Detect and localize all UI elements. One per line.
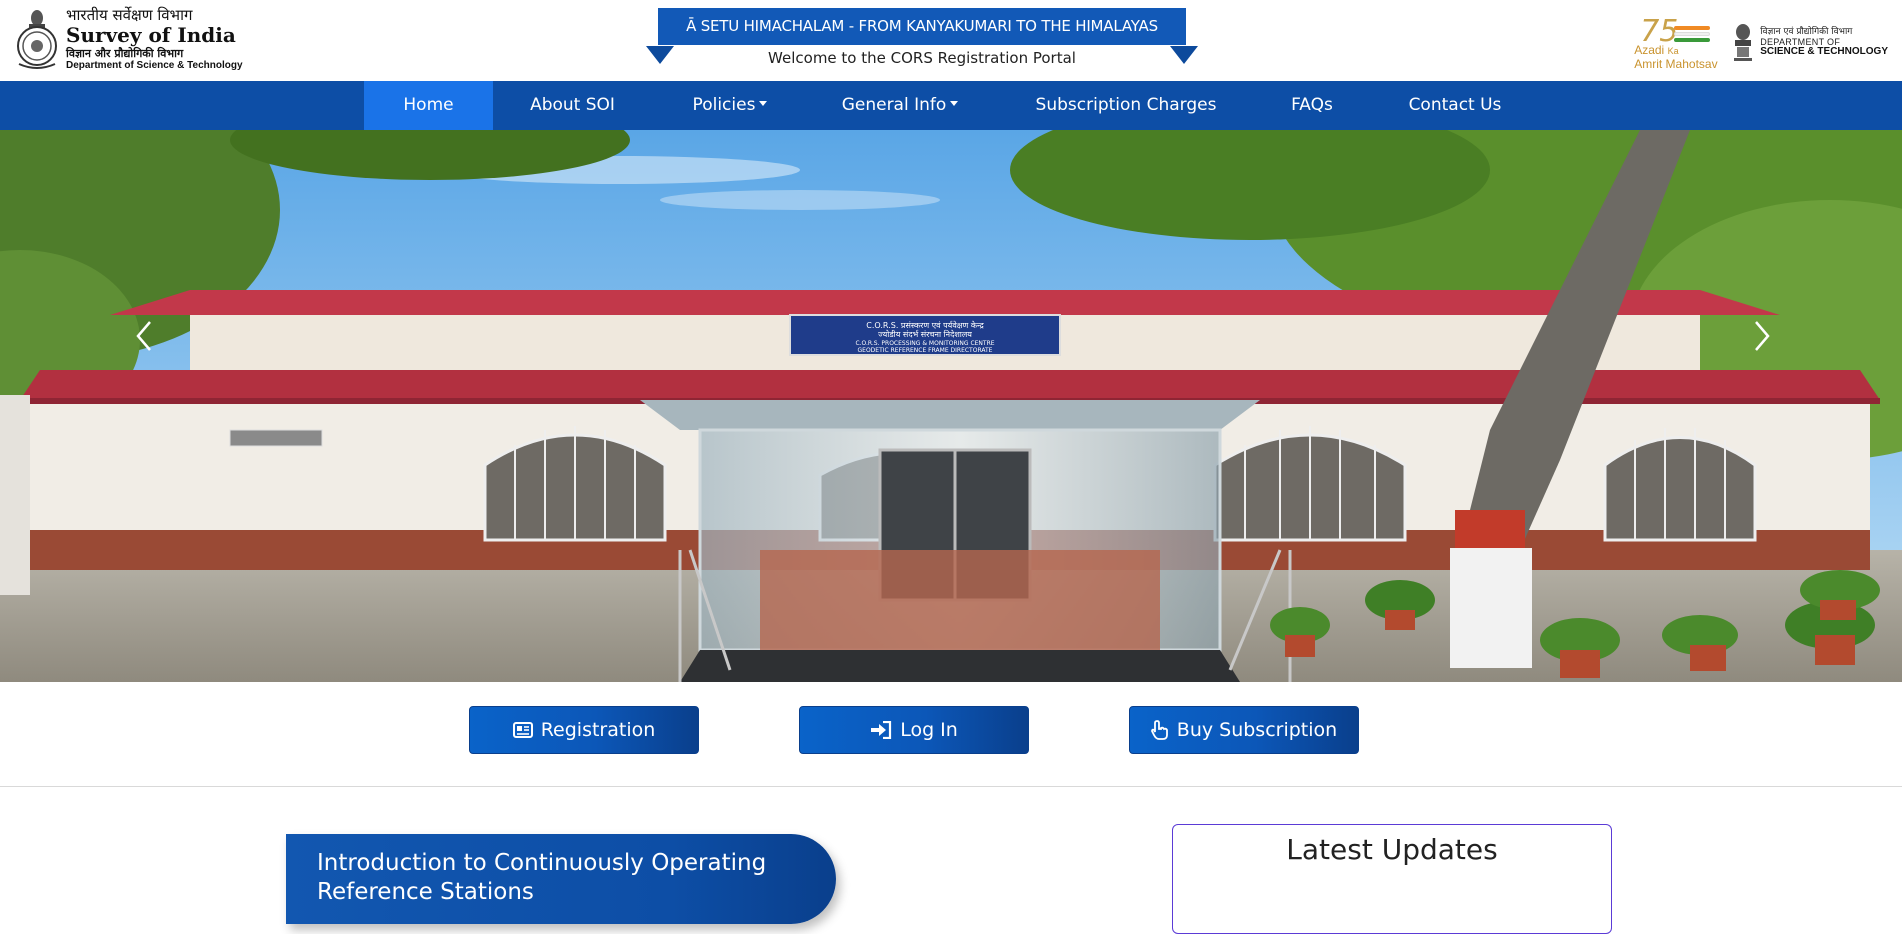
partner-logos: 75 Azadi Ka Amrit Mahotsav विज्ञान एवं प… bbox=[1634, 14, 1888, 72]
nav-contact-us[interactable]: Contact Us bbox=[1400, 81, 1510, 130]
login-button[interactable]: Log In bbox=[799, 706, 1029, 754]
org-name: Survey of India bbox=[66, 22, 236, 47]
header-banner: Ā SETU HIMACHALAM - FROM KANYAKUMARI TO … bbox=[646, 8, 1198, 67]
intro-heading-line1: Introduction to Continuously Operating bbox=[317, 850, 767, 876]
nav-home[interactable]: Home bbox=[364, 81, 493, 130]
sign-in-icon bbox=[870, 721, 892, 739]
intro-heading-line2: Reference Stations bbox=[317, 879, 534, 905]
national-emblem-icon bbox=[1732, 22, 1754, 64]
board-line-1: C.O.R.S. प्रसंस्करण एवं पर्यवेक्षण केन्द… bbox=[866, 320, 984, 330]
dst-name: SCIENCE & TECHNOLOGY bbox=[1760, 46, 1888, 58]
registration-label: Registration bbox=[540, 719, 656, 741]
chevron-down-icon bbox=[950, 100, 959, 106]
chevron-right-icon bbox=[1755, 321, 1770, 351]
registration-button[interactable]: Registration bbox=[469, 706, 699, 754]
login-label: Log In bbox=[900, 719, 958, 741]
dept-hindi-name: विज्ञान और प्रौद्योगिकी विभाग bbox=[66, 46, 184, 60]
amrit-word: Amrit bbox=[1634, 57, 1663, 71]
dst-logo: विज्ञान एवं प्रौद्योगिकी विभाग DEPARTMEN… bbox=[1732, 22, 1888, 64]
main-nav: Home About SOI Policies General Info Sub… bbox=[0, 81, 1902, 130]
intro-heading: Introduction to Continuously Operating R… bbox=[286, 834, 836, 924]
latest-updates-title: Latest Updates bbox=[1286, 833, 1498, 866]
azadi-ka-amrit-mahotsav-logo: 75 Azadi Ka Amrit Mahotsav bbox=[1634, 14, 1718, 71]
newspaper-icon bbox=[512, 721, 533, 739]
chevron-left-icon bbox=[136, 321, 151, 351]
ka-word: Ka bbox=[1667, 46, 1679, 56]
nav-subscription-charges[interactable]: Subscription Charges bbox=[1030, 81, 1222, 130]
nav-about-soi[interactable]: About SOI bbox=[510, 81, 635, 130]
banner-ribbon-text: Ā SETU HIMACHALAM - FROM KANYAKUMARI TO … bbox=[658, 8, 1186, 45]
soi-emblem-icon bbox=[14, 6, 60, 72]
board-line-4: GEODETIC REFERENCE FRAME DIRECTORATE bbox=[858, 347, 993, 354]
carousel-next-button[interactable] bbox=[1752, 320, 1782, 356]
nav-policies-label: Policies bbox=[692, 95, 756, 115]
nav-general-info[interactable]: General Info bbox=[835, 81, 965, 130]
mahotsav-word: Mahotsav bbox=[1665, 57, 1718, 71]
welcome-text: Welcome to the CORS Registration Portal bbox=[768, 49, 1076, 67]
chevron-down-icon bbox=[759, 100, 768, 106]
org-hindi-name: भारतीय सर्वेक्षण विभाग bbox=[66, 5, 193, 24]
soi-logo[interactable]: भारतीय सर्वेक्षण विभाग Survey of India व… bbox=[14, 6, 243, 72]
dept-name: Department of Science & Technology bbox=[66, 59, 243, 71]
site-header: भारतीय सर्वेक्षण विभाग Survey of India व… bbox=[0, 0, 1902, 81]
nav-general-info-label: General Info bbox=[841, 95, 947, 115]
board-line-3: C.O.R.S. PROCESSING & MONITORING CENTRE bbox=[855, 340, 994, 347]
section-divider bbox=[0, 786, 1902, 787]
hero-carousel: C.O.R.S. प्रसंस्करण एवं पर्यवेक्षण केन्द… bbox=[0, 130, 1902, 682]
hero-image: C.O.R.S. प्रसंस्करण एवं पर्यवेक्षण केन्द… bbox=[0, 130, 1902, 682]
hand-pointer-icon bbox=[1150, 720, 1169, 740]
board-line-2: ज्योडीय संदर्भ संरचना निदेशालय bbox=[878, 329, 972, 339]
azadi-word: Azadi bbox=[1634, 43, 1665, 57]
nav-policies[interactable]: Policies bbox=[680, 81, 780, 130]
buy-subscription-label: Buy Subscription bbox=[1176, 719, 1338, 741]
carousel-prev-button[interactable] bbox=[134, 320, 164, 356]
nav-faqs[interactable]: FAQs bbox=[1280, 81, 1344, 130]
buy-subscription-button[interactable]: Buy Subscription bbox=[1129, 706, 1359, 754]
